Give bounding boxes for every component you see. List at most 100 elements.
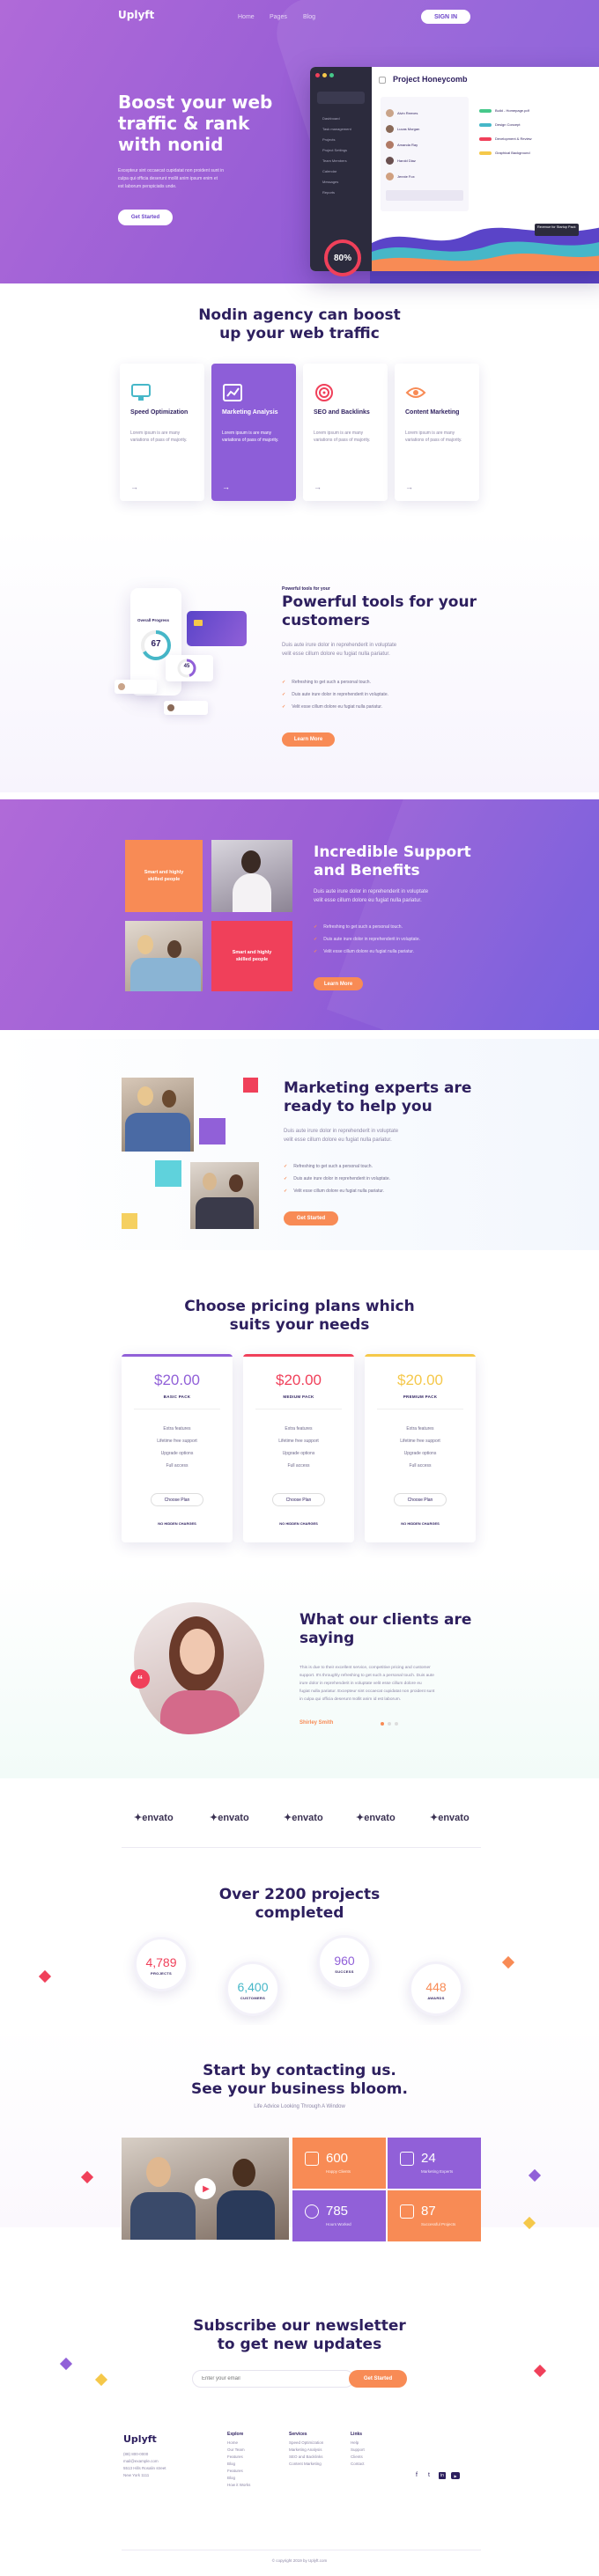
- dashboard-input[interactable]: [386, 190, 463, 201]
- learn-more-button[interactable]: Learn More: [282, 732, 335, 747]
- check-icon: ✓: [314, 949, 318, 954]
- feature-card-content[interactable]: Content Marketing Lorem ipsum is are man…: [395, 364, 479, 501]
- feature-card-speed[interactable]: Speed Optimization Lorem ipsum is are ma…: [120, 364, 204, 501]
- dashboard-menu-item[interactable]: Team Members: [322, 158, 347, 163]
- stat-value: 6,400: [237, 1980, 269, 1994]
- facebook-icon[interactable]: f: [416, 2472, 418, 2478]
- stat-circle-customers: 6,400 CUSTOMERS: [226, 1961, 280, 2016]
- task-item: Design Concept: [495, 122, 521, 127]
- photo-figure: [233, 2159, 255, 2187]
- arrow-right-icon[interactable]: →: [222, 482, 230, 491]
- newsletter-submit-button[interactable]: Get Started: [349, 2370, 407, 2388]
- tile-value: 785: [326, 2204, 349, 2219]
- mock-value: 45: [183, 664, 190, 669]
- play-icon[interactable]: ▶: [195, 2178, 216, 2199]
- menu-icon[interactable]: [379, 77, 386, 84]
- brand-name: envato: [438, 1813, 470, 1823]
- envato-leaf-icon: ✦: [356, 1813, 365, 1823]
- stat-widget: 45: [166, 655, 213, 681]
- stat-label: AWARDS: [427, 1996, 445, 2000]
- nav-item-home[interactable]: Home: [238, 14, 255, 20]
- experts-photo-team: [122, 1078, 194, 1152]
- contact-line[interactable]: mail@example.com: [123, 2458, 166, 2465]
- footer-link[interactable]: Clients: [351, 2455, 363, 2459]
- check-text: Velit esse cillum dolore eu fugiat nulla…: [323, 949, 415, 954]
- footer-link[interactable]: SEO and Backlinks: [289, 2455, 323, 2459]
- feature-card-seo[interactable]: SEO and Backlinks Lorem ipsum is are man…: [303, 364, 388, 501]
- check-item: ✓ Duis aute irure dolor in reprehenderit …: [282, 692, 388, 697]
- footer-link[interactable]: Help: [351, 2440, 359, 2445]
- footer-link[interactable]: Contact: [351, 2462, 365, 2466]
- youtube-icon[interactable]: ▶: [451, 2472, 460, 2479]
- slider-dot[interactable]: [381, 1722, 384, 1726]
- check-item: ✓ Velit esse cillum dolore eu fugiat null…: [282, 704, 382, 710]
- footer-link[interactable]: Blog: [227, 2462, 235, 2466]
- dashboard-menu-item[interactable]: Messages: [322, 180, 338, 184]
- experts-get-started-button[interactable]: Get Started: [284, 1211, 338, 1225]
- nav-item-blog[interactable]: Blog: [303, 14, 315, 20]
- footer-link[interactable]: Support: [351, 2447, 365, 2452]
- brand-logo: ✦envato: [284, 1812, 323, 1823]
- experts-description: Duis aute irure dolor in reprehenderit i…: [284, 1127, 398, 1144]
- dashboard-menu-item[interactable]: Project Settings: [322, 148, 347, 152]
- envato-leaf-icon: ✦: [430, 1813, 439, 1823]
- contact-subtitle: Life Advice Looking Through A Window: [254, 2104, 345, 2109]
- desc-line: Duis aute irure dolor in reprehenderit i…: [314, 889, 429, 894]
- support-learn-more-button[interactable]: Learn More: [314, 977, 363, 990]
- site-logo[interactable]: Uplyft: [118, 9, 154, 21]
- feature-card-marketing[interactable]: Marketing Analysis Lorem ipsum is are ma…: [211, 364, 296, 501]
- sign-in-button[interactable]: SIGN IN: [421, 10, 470, 24]
- footer-link[interactable]: Features: [227, 2469, 243, 2473]
- plan-name: BASIC PACK: [163, 1395, 191, 1399]
- footer-link[interactable]: Home: [227, 2440, 238, 2445]
- dashboard-menu-item[interactable]: Projects: [322, 137, 335, 142]
- quote-icon: “: [130, 1669, 150, 1689]
- choose-plan-button[interactable]: Choose Plan: [394, 1493, 447, 1506]
- newsletter-email-input[interactable]: [192, 2370, 354, 2388]
- footer-link[interactable]: Marketing Analysis: [289, 2447, 322, 2452]
- arrow-right-icon[interactable]: →: [314, 482, 322, 491]
- dashboard-menu-item[interactable]: Calendar: [322, 169, 336, 173]
- nav-item-pages[interactable]: Pages: [270, 14, 287, 20]
- avatar: [118, 683, 125, 690]
- decor-diamond: [533, 2364, 547, 2378]
- choose-plan-button[interactable]: Choose Plan: [151, 1493, 203, 1506]
- twitter-icon[interactable]: t: [428, 2472, 430, 2478]
- contact-video[interactable]: ▶: [122, 2138, 289, 2240]
- slider-dot[interactable]: [388, 1722, 391, 1726]
- hero-title-line: with nonid: [118, 134, 224, 155]
- photo-figure: [217, 2190, 275, 2240]
- stat-label: PROJECTS: [151, 1971, 172, 1976]
- plan-feature: Lifetime free support: [278, 1439, 319, 1444]
- no-hidden-charges: NO HIDDEN CHARGES: [401, 1521, 440, 1526]
- plan-feature: Full access: [287, 1463, 310, 1468]
- check-icon: ✓: [282, 704, 286, 710]
- slider-dot[interactable]: [395, 1722, 398, 1726]
- dashboard-menu-item[interactable]: Task management: [322, 127, 351, 131]
- text-line: support. It's throughly refreshing to ge…: [300, 1674, 434, 1678]
- footer-col-links: Links Help Support Clients Contact: [351, 2432, 395, 2484]
- footer-logo[interactable]: Uplyft: [123, 2433, 157, 2445]
- tools-description: Duis aute irure dolor in reprehenderit i…: [282, 641, 396, 659]
- linkedin-icon[interactable]: in: [439, 2472, 446, 2479]
- feature-title: Content Marketing: [405, 409, 460, 416]
- dashboard-menu-item[interactable]: Reports: [322, 190, 335, 195]
- footer-link[interactable]: How it Works: [227, 2483, 250, 2487]
- plan-feature: Extra features: [285, 1426, 313, 1432]
- dashboard-menu-item[interactable]: Dashboard: [322, 116, 340, 121]
- photo-figure: [137, 1086, 153, 1106]
- footer-link[interactable]: Blog: [227, 2476, 235, 2480]
- footer-link[interactable]: Content Marketing: [289, 2462, 322, 2466]
- divider: [122, 1847, 481, 1848]
- arrow-right-icon[interactable]: →: [405, 482, 413, 491]
- get-started-button[interactable]: Get Started: [118, 210, 173, 225]
- support-section: [0, 799, 599, 1030]
- tools-kicker: Powerful tools for your: [282, 586, 330, 592]
- check-text: Refreshing to get such a personal touch.: [293, 1164, 373, 1169]
- choose-plan-button[interactable]: Choose Plan: [272, 1493, 325, 1506]
- arrow-right-icon[interactable]: →: [130, 482, 138, 491]
- footer-link[interactable]: Speed Optimization: [289, 2440, 323, 2445]
- footer-link[interactable]: Features: [227, 2455, 243, 2459]
- footer-link[interactable]: Our Team: [227, 2447, 245, 2452]
- member-name: Jennie Fox: [397, 174, 415, 179]
